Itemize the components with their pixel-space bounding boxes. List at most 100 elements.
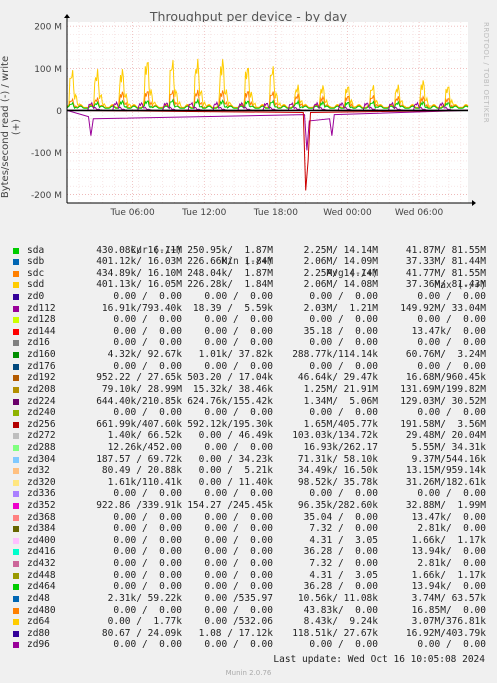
x-tick-label: Tue 18:00 bbox=[253, 208, 298, 218]
device-name: zd368 bbox=[27, 511, 56, 523]
min-value: 0.00 / 0.00 bbox=[204, 604, 273, 616]
min-value: 248.04k/ 1.87M bbox=[187, 267, 273, 279]
max-value: 16.68M/960.45k bbox=[405, 372, 486, 384]
max-value: 13.47k/ 0.00 bbox=[411, 511, 486, 523]
legend-swatch bbox=[13, 642, 19, 649]
legend-row-zd224: zd224 644.40k/210.85k 624.76k/155.42k 1.34M… bbox=[10, 396, 490, 408]
device-name: zd304 bbox=[27, 453, 56, 465]
min-value: 503.20 / 17.04k bbox=[187, 372, 273, 384]
avg-value: 0.00 / 0.00 bbox=[309, 488, 378, 500]
cur-value: 1.40k/ 66.52k bbox=[107, 430, 182, 442]
y-tick-label: -200 M bbox=[31, 191, 62, 201]
max-value: 129.03M/ 30.52M bbox=[400, 395, 486, 407]
avg-value: 10.56k/ 11.08k bbox=[297, 592, 378, 604]
max-value: 0.00 / 0.00 bbox=[417, 360, 486, 372]
avg-value: 71.31k/ 58.10k bbox=[297, 453, 378, 465]
avg-value: 7.32 / 0.00 bbox=[309, 523, 378, 535]
avg-value: 0.00 / 0.00 bbox=[309, 314, 378, 326]
cur-value: 661.99k/407.60k bbox=[96, 418, 182, 430]
legend-row-zd320: zd320 1.61k/110.41k 0.00 / 11.40k 98.52k/ 3… bbox=[10, 477, 490, 489]
x-tick-label: Tue 12:00 bbox=[181, 208, 226, 218]
avg-value: 2.06M/ 14.08M bbox=[303, 279, 378, 291]
min-value: 0.00 / 0.00 bbox=[204, 639, 273, 651]
legend-table: Cur (-/+) Min (-/+) Avg (-/+) Max (-/+) … bbox=[10, 233, 490, 651]
legend-swatch bbox=[13, 456, 19, 463]
cur-value: 0.00 / 0.00 bbox=[113, 523, 182, 535]
cur-value: 0.00 / 0.00 bbox=[113, 558, 182, 570]
device-name: zd0 bbox=[27, 291, 45, 303]
legend-row-zd80: zd80 80.67 / 24.09k 1.08 / 17.12k 118.51k/ … bbox=[10, 628, 490, 640]
legend-swatch bbox=[13, 328, 19, 335]
device-name: zd32 bbox=[27, 465, 50, 477]
max-value: 0.00 / 0.00 bbox=[417, 337, 486, 349]
legend-row-zd32: zd32 80.49 / 20.88k 0.00 / 5.21k 34.49k/ 16… bbox=[10, 465, 490, 477]
legend-row-zd288: zd288 12.26k/452.00 0.00 / 0.00 16.93k/262.… bbox=[10, 442, 490, 454]
legend-swatch bbox=[13, 572, 19, 579]
min-value: 1.08 / 17.12k bbox=[198, 627, 273, 639]
device-name: zd80 bbox=[27, 627, 50, 639]
x-axis-arrow bbox=[472, 200, 476, 206]
min-value: 226.28k/ 1.84M bbox=[187, 279, 273, 291]
cur-value: 0.00 / 0.00 bbox=[113, 407, 182, 419]
x-tick-label: Tue 06:00 bbox=[110, 208, 155, 218]
device-name: zd128 bbox=[27, 314, 56, 326]
cur-value: 0.00 / 0.00 bbox=[113, 314, 182, 326]
legend-row-zd368: zd368 0.00 / 0.00 0.00 / 0.00 35.04 / 0.00 1… bbox=[10, 512, 490, 524]
y-tick-label: 0 bbox=[56, 107, 62, 117]
avg-value: 1.25M/ 21.91M bbox=[303, 383, 378, 395]
legend-swatch bbox=[13, 584, 19, 591]
legend-swatch bbox=[13, 630, 19, 637]
min-value: 0.00 / 0.00 bbox=[204, 488, 273, 500]
legend-swatch bbox=[13, 537, 19, 544]
cur-value: 0.00 / 1.77k bbox=[107, 616, 182, 628]
cur-value: 0.00 / 0.00 bbox=[113, 488, 182, 500]
avg-value: 7.32 / 0.00 bbox=[309, 558, 378, 570]
avg-value: 0.00 / 0.00 bbox=[309, 360, 378, 372]
cur-value: 434.89k/ 16.10M bbox=[96, 267, 182, 279]
device-name: sdc bbox=[27, 267, 45, 279]
device-name: zd416 bbox=[27, 546, 56, 558]
legend-rows: sda 430.08k/ 16.11M 250.95k/ 1.87M 2.25M/ 1… bbox=[10, 245, 490, 651]
max-value: 13.47k/ 0.00 bbox=[411, 325, 486, 337]
legend-swatch bbox=[13, 526, 19, 533]
device-name: zd256 bbox=[27, 418, 56, 430]
legend-swatch bbox=[13, 398, 19, 405]
device-name: zd96 bbox=[27, 639, 50, 651]
x-tick-label: Wed 00:00 bbox=[323, 208, 372, 218]
legend-row-zd256: zd256 661.99k/407.60k 592.12k/195.30k 1.65M… bbox=[10, 419, 490, 431]
min-value: 0.00 / 0.00 bbox=[204, 523, 273, 535]
max-value: 3.07M/376.81k bbox=[411, 616, 486, 628]
legend-row-zd352: zd352 922.86 /339.91k 154.27 /245.45k 96.35… bbox=[10, 500, 490, 512]
legend-row-zd336: zd336 0.00 / 0.00 0.00 / 0.00 0.00 / 0.00 0.… bbox=[10, 488, 490, 500]
max-value: 41.87M/ 81.55M bbox=[405, 244, 486, 256]
min-value: 0.00 / 0.00 bbox=[204, 581, 273, 593]
cur-value: 0.00 / 0.00 bbox=[113, 325, 182, 337]
device-name: zd192 bbox=[27, 372, 56, 384]
avg-value: 35.04 / 0.00 bbox=[303, 511, 378, 523]
legend-row-sdb: sdb 401.12k/ 16.03M 226.66k/ 1.84M 2.06M/ 1… bbox=[10, 256, 490, 268]
legend-swatch bbox=[13, 305, 19, 312]
min-value: 0.00 / 0.00 bbox=[204, 407, 273, 419]
cur-value: 922.86 /339.91k bbox=[96, 500, 182, 512]
min-value: 0.00 / 0.00 bbox=[204, 569, 273, 581]
legend-row-sdc: sdc 434.89k/ 16.10M 248.04k/ 1.87M 2.25M/ 1… bbox=[10, 268, 490, 280]
max-value: 1.66k/ 1.17k bbox=[411, 569, 486, 581]
legend-swatch bbox=[13, 468, 19, 475]
legend-row-zd400: zd400 0.00 / 0.00 0.00 / 0.00 4.31 / 3.05 1.… bbox=[10, 535, 490, 547]
cur-value: 80.67 / 24.09k bbox=[101, 627, 182, 639]
max-value: 31.26M/182.61k bbox=[405, 476, 486, 488]
legend-row-zd16: zd16 0.00 / 0.00 0.00 / 0.00 0.00 / 0.00 0.0… bbox=[10, 337, 490, 349]
device-name: zd48 bbox=[27, 592, 50, 604]
max-value: 5.55M/ 34.31k bbox=[411, 441, 486, 453]
cur-value: 401.12k/ 16.03M bbox=[96, 256, 182, 268]
min-value: 15.32k/ 38.46k bbox=[192, 383, 273, 395]
legend-row-zd304: zd304 187.57 / 69.72k 0.00 / 34.23k 71.31k/… bbox=[10, 454, 490, 466]
device-name: sdb bbox=[27, 256, 45, 268]
avg-value: 2.03M/ 1.21M bbox=[303, 302, 378, 314]
device-name: zd464 bbox=[27, 581, 56, 593]
device-name: sda bbox=[27, 244, 45, 256]
device-name: zd240 bbox=[27, 407, 56, 419]
max-value: 0.00 / 0.00 bbox=[417, 407, 486, 419]
avg-value: 1.34M/ 5.06M bbox=[303, 395, 378, 407]
cur-value: 0.00 / 0.00 bbox=[113, 604, 182, 616]
